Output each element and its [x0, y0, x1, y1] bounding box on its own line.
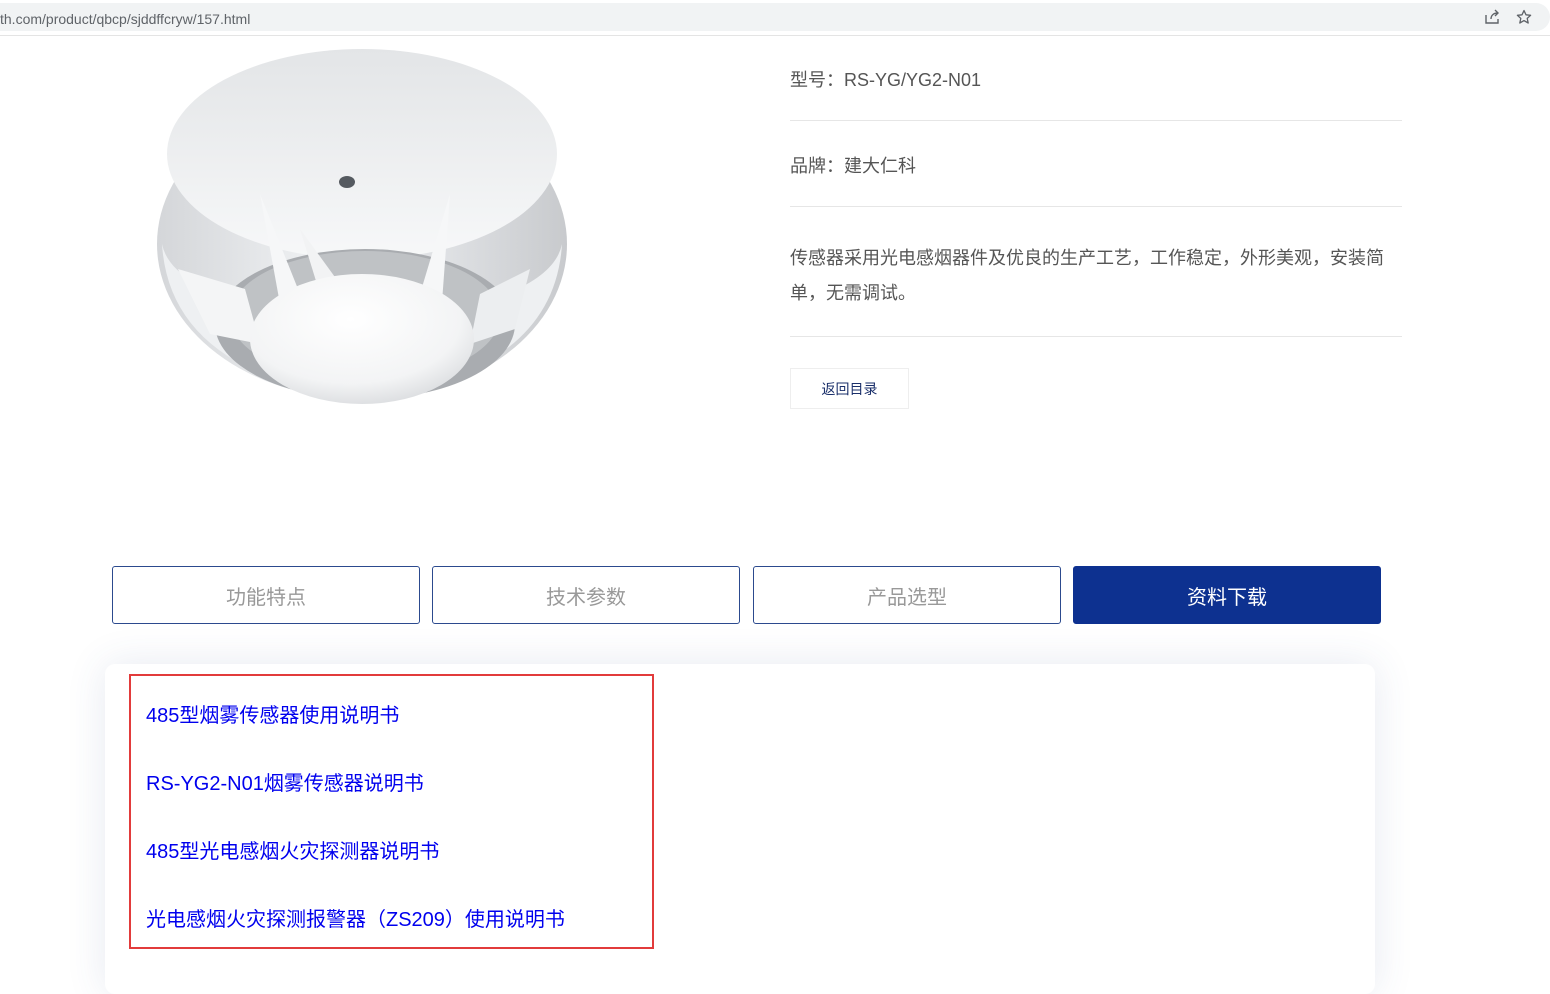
url-text[interactable]: th.com/product/qbcp/sjddffcryw/157.html	[0, 11, 250, 27]
product-tabs: 功能特点 技术参数 产品选型 资料下载	[112, 566, 1382, 624]
tab-downloads[interactable]: 资料下载	[1073, 566, 1381, 624]
product-image	[150, 44, 575, 414]
product-info: 型号：RS-YG/YG2-N01 品牌：建大仁科 传感器采用光电感烟器件及优良的…	[790, 36, 1402, 337]
tab-tech-params[interactable]: 技术参数	[432, 566, 740, 624]
product-model: 型号：RS-YG/YG2-N01	[790, 36, 1402, 121]
download-link[interactable]: RS-YG2-N01烟雾传感器说明书	[146, 767, 424, 796]
url-field[interactable]: th.com/product/qbcp/sjddffcryw/157.html	[0, 3, 1550, 31]
tab-product-selection[interactable]: 产品选型	[753, 566, 1061, 624]
smoke-detector-image	[157, 49, 567, 404]
back-to-catalog-button[interactable]: 返回目录	[790, 368, 909, 409]
download-link[interactable]: 485型光电感烟火灾探测器说明书	[146, 835, 439, 864]
download-link[interactable]: 485型烟雾传感器使用说明书	[146, 699, 399, 728]
browser-address-bar: th.com/product/qbcp/sjddffcryw/157.html	[0, 0, 1550, 36]
product-brand: 品牌：建大仁科	[790, 121, 1402, 207]
share-icon[interactable]	[1482, 7, 1502, 27]
product-description: 传感器采用光电感烟器件及优良的生产工艺，工作稳定，外形美观，安装简单，无需调试。	[790, 207, 1402, 337]
tab-features[interactable]: 功能特点	[112, 566, 420, 624]
star-icon[interactable]	[1514, 7, 1534, 27]
download-link[interactable]: 光电感烟火灾探测报警器（ZS209）使用说明书	[146, 903, 565, 932]
